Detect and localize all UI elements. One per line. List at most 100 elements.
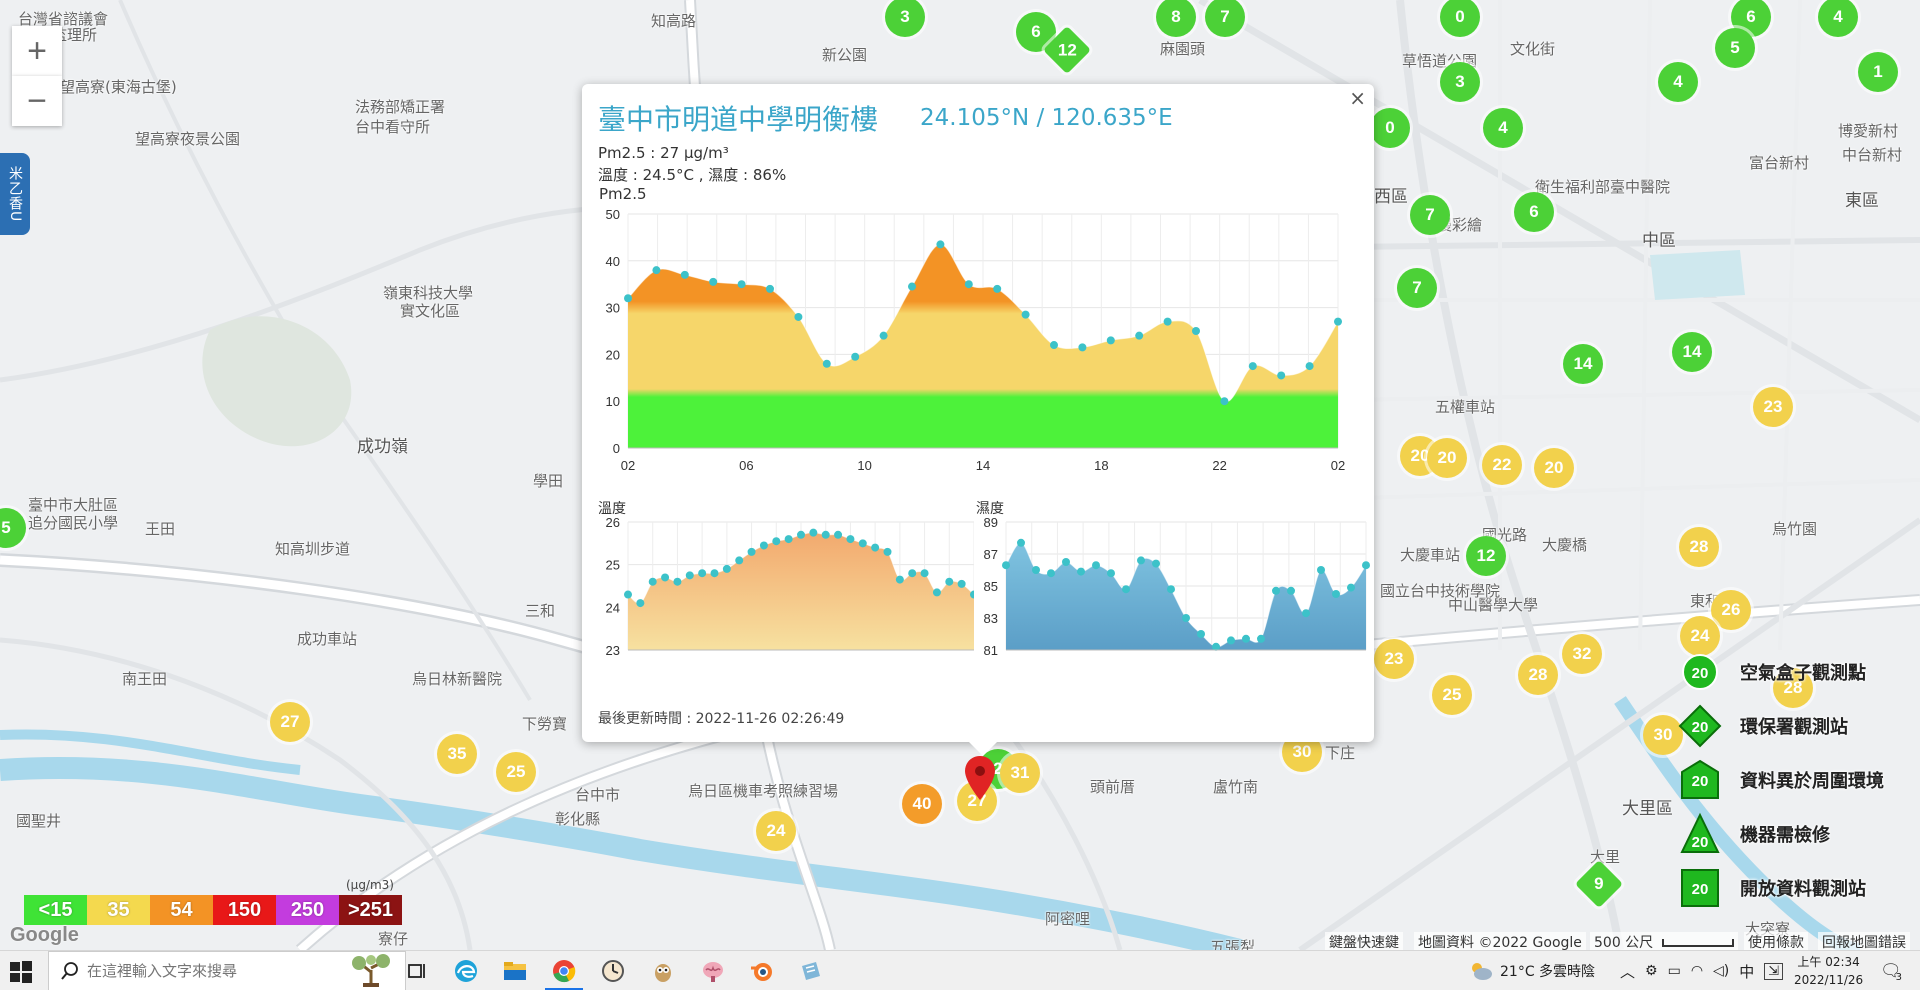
chart-data-point — [1047, 569, 1055, 578]
station-legend-value: 20 — [1692, 773, 1709, 790]
y-tick-label: 83 — [984, 611, 998, 626]
airbox-station-marker[interactable]: 4 — [1483, 108, 1523, 148]
airbox-station-marker[interactable]: 31 — [1000, 753, 1040, 793]
clock-app-icon[interactable] — [600, 958, 626, 984]
station-legend-label: 環保署觀測站 — [1740, 717, 1848, 738]
tray-app-icon[interactable]: ⚙ — [1645, 963, 1658, 979]
weather-text: 21°C 多雲時陰 — [1500, 964, 1596, 980]
ime-indicator[interactable]: 中 — [1739, 961, 1754, 982]
zoom-in-button[interactable]: + — [12, 26, 62, 76]
station-marker-value: 32 — [1572, 644, 1592, 663]
brain-app-icon[interactable] — [700, 958, 726, 984]
weather-widget[interactable]: 21°C 多雲時陰 — [1468, 951, 1595, 990]
task-view-icon[interactable] — [404, 958, 430, 984]
wifi-icon[interactable]: ◠ — [1691, 963, 1703, 979]
close-icon[interactable]: × — [1349, 86, 1366, 110]
airbox-station-marker[interactable]: 7 — [1410, 195, 1450, 235]
airbox-station-marker[interactable]: 28 — [1518, 655, 1558, 695]
taskbar-search[interactable] — [48, 951, 406, 990]
airbox-station-marker[interactable]: 35 — [437, 734, 477, 774]
station-marker-value: 0 — [1385, 118, 1395, 137]
chart-data-point — [1122, 585, 1130, 594]
airbox-station-marker[interactable]: 1 — [1858, 52, 1898, 92]
chart-data-point — [1107, 569, 1115, 578]
map-place-label: 頭前厝 — [1090, 778, 1136, 796]
notebook-app-icon[interactable] — [798, 958, 824, 984]
airbox-station-marker[interactable]: 27 — [270, 702, 310, 742]
map-place-label: 國立台中技術學院 — [1380, 582, 1501, 600]
airbox-station-marker[interactable]: 26 — [1711, 590, 1751, 630]
airbox-station-marker[interactable]: 40 — [902, 784, 942, 824]
chart-data-point — [1137, 556, 1145, 565]
airbox-station-marker[interactable]: 14 — [1563, 344, 1603, 384]
map-place-label: 五張犁 — [1210, 938, 1256, 950]
y-tick-label: 40 — [606, 254, 620, 269]
chart-data-point — [920, 569, 929, 578]
chart-data-point — [964, 280, 973, 289]
input-mode-icon[interactable]: ⇲ — [1764, 962, 1784, 980]
chart-data-point — [1317, 566, 1325, 574]
map-pin-icon[interactable] — [965, 756, 995, 800]
chart-data-point — [858, 539, 867, 548]
station-marker-value: 25 — [506, 762, 526, 781]
airbox-station-marker[interactable]: 24 — [756, 811, 796, 851]
station-legend-value: 20 — [1692, 881, 1709, 898]
airbox-station-marker[interactable]: 3 — [1440, 62, 1480, 102]
chart-data-point — [737, 280, 746, 289]
airbox-station-marker[interactable]: 0 — [1370, 108, 1410, 148]
airbox-station-marker[interactable]: 32 — [1562, 634, 1602, 674]
taskbar-clock[interactable]: 上午 02:34 2022/11/26 — [1794, 953, 1863, 989]
pentagon-station-icon: 20 — [1681, 759, 1719, 799]
chart-data-point — [1257, 634, 1265, 643]
file-explorer-icon[interactable] — [502, 958, 528, 984]
battery-icon[interactable]: ▭ — [1668, 963, 1681, 979]
airbox-station-marker[interactable]: 20 — [1534, 448, 1574, 488]
map-canvas[interactable]: 台灣省諮議會省議監理所望高寮(東海古堡)望高寮夜景公園法務部矯正署台中看守所嶺東… — [0, 0, 1920, 950]
zoom-out-button[interactable]: − — [12, 76, 62, 126]
airbox-station-marker[interactable]: 6 — [1514, 192, 1554, 232]
chart-data-point — [747, 547, 756, 556]
map-place-label: 五權車站 — [1435, 398, 1496, 416]
owl-app-icon[interactable] — [650, 958, 676, 984]
chart-data-point — [1106, 336, 1115, 345]
map-place-label: 烏日區機車考照練習場 — [688, 782, 839, 800]
pm-legend-cell: >251 — [339, 895, 402, 925]
report-map-error-link[interactable]: 回報地圖錯誤 — [1818, 932, 1910, 950]
notification-count: 3 — [1895, 971, 1902, 983]
airbox-station-marker[interactable]: 28 — [1679, 527, 1719, 567]
airbox-station-marker[interactable]: 7 — [1397, 268, 1437, 308]
search-input[interactable] — [87, 962, 337, 980]
airbox-station-marker[interactable]: 25 — [1432, 675, 1472, 715]
airbox-station-marker[interactable]: 23 — [1374, 639, 1414, 679]
station-marker-value: 26 — [1721, 600, 1741, 619]
airbox-station-marker[interactable]: 30 — [1643, 715, 1683, 755]
airbox-station-marker[interactable]: 22 — [1482, 445, 1522, 485]
keyboard-shortcuts-link[interactable]: 鍵盤快速鍵 — [1325, 932, 1403, 950]
airbox-station-marker[interactable]: 12 — [1466, 536, 1506, 576]
y-tick-label: 20 — [606, 347, 620, 362]
airbox-station-marker[interactable]: 25 — [496, 752, 536, 792]
edge-browser-icon[interactable] — [453, 958, 479, 984]
blender-icon[interactable] — [749, 958, 775, 984]
notification-center[interactable]: 🗨 3 — [1880, 951, 1902, 990]
station-marker-value: 8 — [1171, 7, 1181, 26]
airbox-station-marker[interactable]: 14 — [1672, 332, 1712, 372]
airbox-station-marker[interactable]: 23 — [1753, 387, 1793, 427]
airbox-station-marker[interactable]: 5 — [1715, 28, 1755, 68]
volume-icon[interactable]: ◁) — [1713, 963, 1729, 979]
y-tick-label: 26 — [606, 518, 620, 530]
map-place-label: 南王田 — [122, 670, 168, 688]
chart-data-point — [1227, 636, 1235, 645]
station-marker-value: 24 — [766, 821, 786, 840]
station-marker-value: 1 — [1873, 62, 1883, 81]
chevron-up-icon[interactable]: ︿ — [1620, 961, 1635, 982]
map-place-label: 三和 — [525, 602, 556, 620]
windows-start-icon[interactable] — [10, 961, 32, 983]
terms-link[interactable]: 使用條款 — [1744, 932, 1808, 950]
map-data-attribution: 地圖資料 ©2022 Google — [1414, 932, 1586, 950]
chrome-browser-icon[interactable] — [551, 958, 577, 984]
side-panel-tab[interactable]: 米乙香U — [0, 153, 30, 235]
chart-data-point — [822, 359, 831, 368]
airbox-station-marker[interactable]: 20 — [1427, 438, 1467, 478]
airbox-station-marker[interactable]: 4 — [1658, 62, 1698, 102]
